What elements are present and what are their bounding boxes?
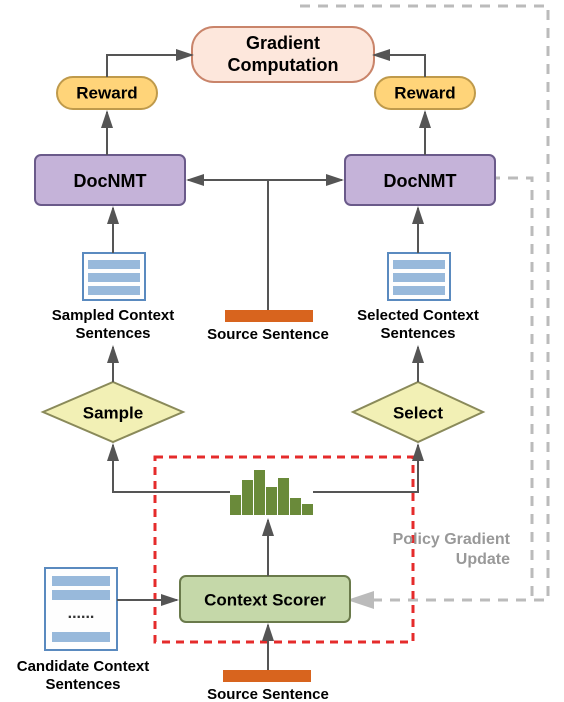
gradient-text-2: Computation	[228, 55, 339, 75]
docnmt-left-box: DocNMT	[35, 155, 185, 205]
diagram-canvas: Gradient Computation Reward Reward DocNM…	[0, 0, 564, 702]
source-sentence-lower: Source Sentence	[207, 670, 329, 702]
gradient-computation-box: Gradient Computation	[192, 27, 374, 82]
reward-right-box: Reward	[375, 77, 475, 109]
candidate-doc-icon: ......	[45, 568, 117, 650]
arrow-rewardL-grad	[107, 55, 192, 77]
source-sentence-lower-text: Source Sentence	[207, 686, 329, 702]
sampled-l2: Sentences	[75, 325, 150, 342]
selected-doc-icon	[388, 253, 450, 300]
sample-diamond: Sample	[43, 382, 183, 442]
ellipsis: ......	[68, 605, 95, 622]
select-diamond: Select	[353, 382, 483, 442]
reward-left-box: Reward	[57, 77, 157, 109]
selected-l1: Selected Context	[357, 307, 479, 324]
candidate-l1: Candidate Context	[17, 658, 150, 675]
policy-line1: Policy Gradient	[393, 531, 511, 548]
reward-right-text: Reward	[394, 83, 455, 102]
selected-l2: Sentences	[380, 325, 455, 342]
context-scorer-box: Context Scorer	[180, 576, 350, 622]
policy-line2: Update	[456, 551, 510, 568]
arrow-bar-sample	[113, 445, 230, 492]
arrow-bar-select	[313, 445, 418, 492]
docnmt-right-text: DocNMT	[384, 171, 457, 191]
select-text: Select	[393, 403, 443, 422]
context-scorer-text: Context Scorer	[204, 590, 326, 609]
docnmt-left-text: DocNMT	[74, 171, 147, 191]
docnmt-right-box: DocNMT	[345, 155, 495, 205]
source-sentence-upper: Source Sentence	[207, 310, 329, 343]
barchart-icon	[230, 470, 313, 515]
sample-text: Sample	[83, 403, 143, 422]
candidate-l2: Sentences	[45, 676, 120, 693]
sampled-l1: Sampled Context	[52, 307, 175, 324]
gradient-text-1: Gradient	[246, 33, 320, 53]
source-sentence-upper-text: Source Sentence	[207, 326, 329, 343]
arrow-rewardR-grad	[374, 55, 425, 77]
sampled-doc-icon	[83, 253, 145, 300]
reward-left-text: Reward	[76, 83, 137, 102]
